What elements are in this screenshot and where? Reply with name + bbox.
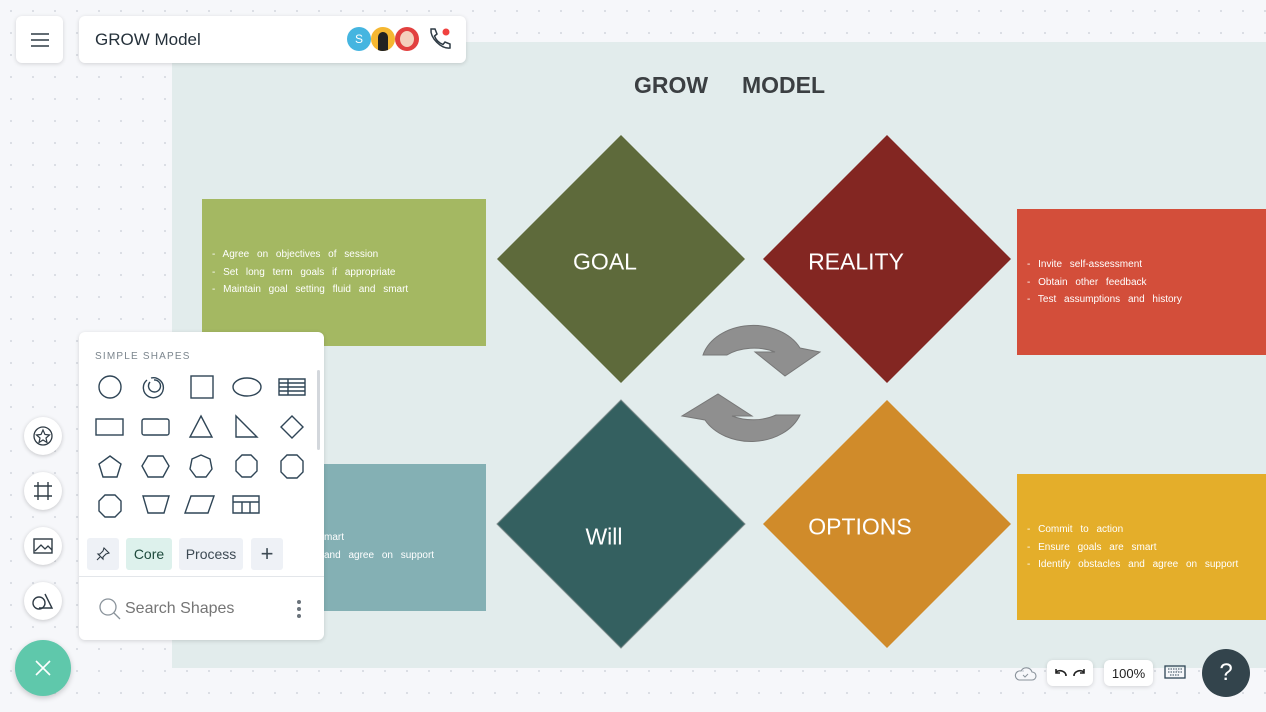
cycle-arrow-bottom <box>680 393 801 442</box>
rounded-rectangle-shape-icon <box>141 418 170 436</box>
undo-redo-group <box>1047 660 1093 686</box>
heptagon-shape-icon <box>189 454 213 478</box>
cycle-arrow-top <box>702 324 822 377</box>
octagon-shape-icon <box>235 454 258 478</box>
will-label: Will <box>585 523 623 550</box>
more-options-icon[interactable] <box>296 599 302 619</box>
goal-label: GOAL <box>573 248 637 275</box>
frame-button[interactable] <box>24 472 62 510</box>
divider <box>79 576 324 577</box>
hamburger-icon <box>30 32 49 47</box>
hexagon-shape-icon <box>141 455 170 478</box>
phone-icon[interactable] <box>427 26 453 52</box>
right-triangle-shape-icon <box>235 414 259 438</box>
star-shape-icon <box>33 426 53 446</box>
section-heading: SIMPLE SHAPES <box>95 351 191 362</box>
undo-icon[interactable] <box>1052 666 1068 680</box>
tab-process[interactable]: Process <box>179 538 243 570</box>
avatar[interactable] <box>371 27 395 51</box>
pin-tab[interactable] <box>87 538 119 570</box>
image-button[interactable] <box>24 527 62 565</box>
header-bar: GROW Model S <box>79 16 466 63</box>
nonagon-shape-icon <box>280 454 304 479</box>
diamond-shape-icon <box>280 415 304 439</box>
search-shapes-input[interactable] <box>125 597 275 621</box>
shapes-icon <box>32 593 54 610</box>
shapes-panel: SIMPLE SHAPES Core Process + <box>79 332 324 640</box>
keyboard-icon[interactable] <box>1164 665 1186 679</box>
shapes-button[interactable] <box>24 582 62 620</box>
redo-icon[interactable] <box>1072 666 1088 680</box>
help-button[interactable]: ? <box>1202 649 1250 697</box>
rectangle-shape-icon <box>95 418 124 436</box>
document-title[interactable]: GROW Model <box>95 30 201 50</box>
pin-icon <box>96 546 111 561</box>
templates-button[interactable] <box>24 417 62 455</box>
zoom-level[interactable]: 100% <box>1104 660 1153 686</box>
arc-shape-icon <box>142 377 165 399</box>
table-shape-icon <box>278 378 306 396</box>
square-shape-icon <box>190 375 214 399</box>
menu-button[interactable] <box>16 16 63 63</box>
parallelogram-shape-icon <box>184 495 215 514</box>
grid-table-shape-icon <box>232 495 260 514</box>
avatar[interactable] <box>395 27 419 51</box>
reality-label: REALITY <box>808 248 904 275</box>
circle-shape-icon <box>98 375 122 399</box>
close-panel-button[interactable] <box>15 640 71 696</box>
pentagon-shape-icon <box>98 455 122 478</box>
plus-icon: + <box>260 541 274 566</box>
shape-grid[interactable] <box>87 368 315 528</box>
options-label: OPTIONS <box>808 513 912 540</box>
close-icon <box>35 660 51 676</box>
cloud-saved-icon <box>1014 667 1037 681</box>
trapezoid-shape-icon <box>142 495 170 514</box>
search-icon <box>99 598 121 620</box>
ellipse-shape-icon <box>232 377 262 397</box>
triangle-shape-icon <box>188 414 214 438</box>
frame-icon <box>34 482 52 500</box>
avatar[interactable]: S <box>347 27 371 51</box>
decagon-shape-icon <box>98 494 122 518</box>
add-library-button[interactable]: + <box>251 538 283 570</box>
scrollbar[interactable] <box>317 370 320 450</box>
image-icon <box>33 538 53 554</box>
tab-core[interactable]: Core <box>126 538 172 570</box>
